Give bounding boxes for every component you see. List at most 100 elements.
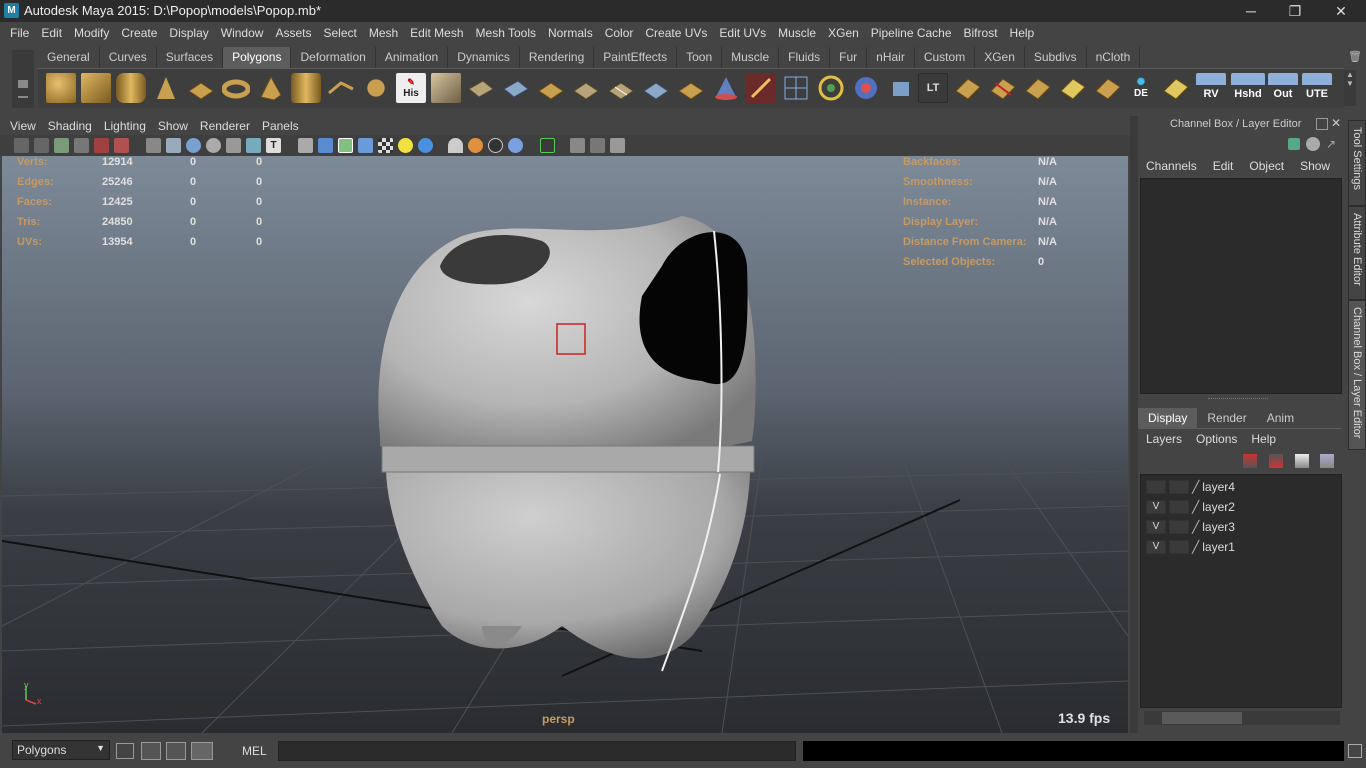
insert-edge-loop-icon[interactable]	[606, 73, 636, 103]
uv-cut-icon[interactable]	[988, 73, 1018, 103]
select-camera-icon[interactable]	[14, 138, 29, 153]
smooth-shade-icon[interactable]	[318, 138, 333, 153]
uv-sew-icon[interactable]	[1023, 73, 1053, 103]
vp-menu-view[interactable]: View	[4, 119, 42, 133]
uv-move-icon[interactable]	[1093, 73, 1123, 103]
shelf-tab-fur[interactable]: Fur	[830, 47, 868, 68]
textured-icon[interactable]	[358, 138, 373, 153]
channel-box-icon[interactable]	[1288, 138, 1300, 150]
layer4-type-toggle[interactable]	[1169, 479, 1189, 494]
out-button[interactable]: Out	[1268, 73, 1298, 103]
minimize-button[interactable]: ─	[1228, 0, 1274, 22]
shelf-tab-polygons[interactable]: Polygons	[223, 47, 292, 68]
smooth-icon[interactable]	[361, 73, 391, 103]
menu-create-uvs[interactable]: Create UVs	[639, 26, 713, 40]
lights-icon[interactable]	[398, 138, 413, 153]
cb-menu-edit[interactable]: Edit	[1213, 159, 1234, 173]
grid-icon[interactable]	[146, 138, 161, 153]
layer3-type-toggle[interactable]	[1169, 519, 1189, 534]
transfer-icon[interactable]	[851, 73, 881, 103]
2d-pan-zoom-icon[interactable]	[94, 138, 109, 153]
menu-xgen[interactable]: XGen	[822, 26, 865, 40]
channel-list[interactable]	[1140, 178, 1342, 394]
shelf-tab-rendering[interactable]: Rendering	[520, 47, 595, 68]
menu-set-select[interactable]: Polygons ▼	[12, 740, 110, 760]
layer2-type-toggle[interactable]	[1169, 499, 1189, 514]
script-editor-icon[interactable]	[141, 742, 161, 760]
menu-mesh-tools[interactable]: Mesh Tools	[470, 26, 542, 40]
layer-menu-options[interactable]: Options	[1196, 432, 1237, 446]
layer1-type-toggle[interactable]	[1169, 539, 1189, 554]
cb-menu-show[interactable]: Show	[1300, 159, 1330, 173]
shelf-tab-ncloth[interactable]: nCloth	[1087, 47, 1141, 68]
menu-pipeline-cache[interactable]: Pipeline Cache	[865, 26, 958, 40]
shelf-tab-animation[interactable]: Animation	[376, 47, 449, 68]
layer-list-icon[interactable]	[191, 742, 213, 760]
hscroll-thumb[interactable]	[1162, 712, 1242, 724]
shelf-tab-painteffects[interactable]: PaintEffects	[594, 47, 678, 68]
shelf-tab-curves[interactable]: Curves	[100, 47, 157, 68]
shelf-tab-surfaces[interactable]: Surfaces	[157, 47, 224, 68]
grease-pencil-icon[interactable]	[114, 138, 129, 153]
vp-menu-lighting[interactable]: Lighting	[98, 119, 152, 133]
wireframe-icon[interactable]	[298, 138, 313, 153]
outliner-icon[interactable]	[166, 742, 186, 760]
hierarchy-icon[interactable]	[116, 743, 134, 759]
shelf-tab-general[interactable]: General	[38, 47, 100, 68]
menu-create[interactable]: Create	[115, 26, 163, 40]
layer-row-layer1[interactable]: V ╱ layer1	[1146, 537, 1334, 556]
side-tab-attribute-editor[interactable]: Attribute Editor	[1348, 206, 1366, 300]
side-tab-channel-box[interactable]: Channel Box / Layer Editor	[1348, 300, 1366, 450]
wireframe-on-shaded-icon[interactable]	[338, 138, 353, 153]
snap-icon[interactable]	[816, 73, 846, 103]
xray-joints-icon[interactable]	[570, 138, 585, 153]
vp-menu-show[interactable]: Show	[152, 119, 194, 133]
vp-menu-shading[interactable]: Shading	[42, 119, 98, 133]
layer-hscrollbar[interactable]	[1144, 711, 1340, 725]
layer-menu-layers[interactable]: Layers	[1146, 432, 1182, 446]
shelf-tab-toon[interactable]: Toon	[677, 47, 723, 68]
vp-menu-renderer[interactable]: Renderer	[194, 119, 256, 133]
menu-edit-mesh[interactable]: Edit Mesh	[404, 26, 469, 40]
safe-action-icon[interactable]	[246, 138, 261, 153]
close-panel-icon[interactable]: ✕	[1331, 116, 1341, 130]
popop-model[interactable]	[378, 216, 756, 672]
camera-attributes-icon[interactable]	[34, 138, 49, 153]
combine-icon[interactable]	[326, 73, 356, 103]
poly-pipe-icon[interactable]	[291, 73, 321, 103]
menu-display[interactable]: Display	[163, 26, 214, 40]
menu-color[interactable]: Color	[599, 26, 640, 40]
channel-layer-icon[interactable]: ↗	[1326, 137, 1340, 151]
poly-sphere-icon[interactable]	[46, 73, 76, 103]
append-polygon-icon[interactable]	[536, 73, 566, 103]
trash-icon[interactable]: 🗑	[1348, 50, 1362, 64]
panel-splitter[interactable]	[1130, 116, 1138, 733]
uv-layout-icon[interactable]	[953, 73, 983, 103]
layer-tab-display[interactable]: Display	[1138, 408, 1198, 428]
side-tab-tool-settings[interactable]: Tool Settings	[1348, 120, 1366, 206]
uv-snapshot-icon[interactable]	[1161, 73, 1191, 103]
close-button[interactable]: ✕	[1318, 0, 1364, 22]
command-line-input[interactable]	[278, 741, 796, 761]
history-button[interactable]: ✎ His	[396, 73, 426, 103]
perspective-viewport[interactable]: Verts: 12914 0 0 Edges: 25246 0 0 Faces:…	[2, 156, 1128, 733]
anti-aliasing-icon[interactable]	[508, 138, 523, 153]
paint-icon[interactable]	[746, 73, 776, 103]
resolution-gate-icon[interactable]	[186, 138, 201, 153]
scroll-down-icon[interactable]: ▼	[1344, 79, 1356, 88]
new-layer-selected-icon[interactable]	[1320, 454, 1334, 468]
isolate-select-icon[interactable]	[540, 138, 555, 153]
shelf-grip[interactable]	[12, 50, 34, 108]
motion-blur-icon[interactable]	[488, 138, 503, 153]
scroll-up-icon[interactable]: ▲	[1344, 70, 1356, 79]
xray-active-icon[interactable]	[590, 138, 605, 153]
image-plane-icon[interactable]	[74, 138, 89, 153]
layer-row-layer4[interactable]: ╱ layer4	[1146, 477, 1334, 496]
cb-menu-channels[interactable]: Channels	[1146, 159, 1197, 173]
move-layer-down-icon[interactable]	[1269, 454, 1283, 468]
poly-plane-icon[interactable]	[186, 73, 216, 103]
shelf-tab-subdivs[interactable]: Subdivs	[1025, 47, 1087, 68]
new-layer-icon[interactable]	[1295, 454, 1309, 468]
maximize-button[interactable]: ❐	[1272, 0, 1318, 22]
layer-editor-icon[interactable]	[1306, 137, 1320, 151]
